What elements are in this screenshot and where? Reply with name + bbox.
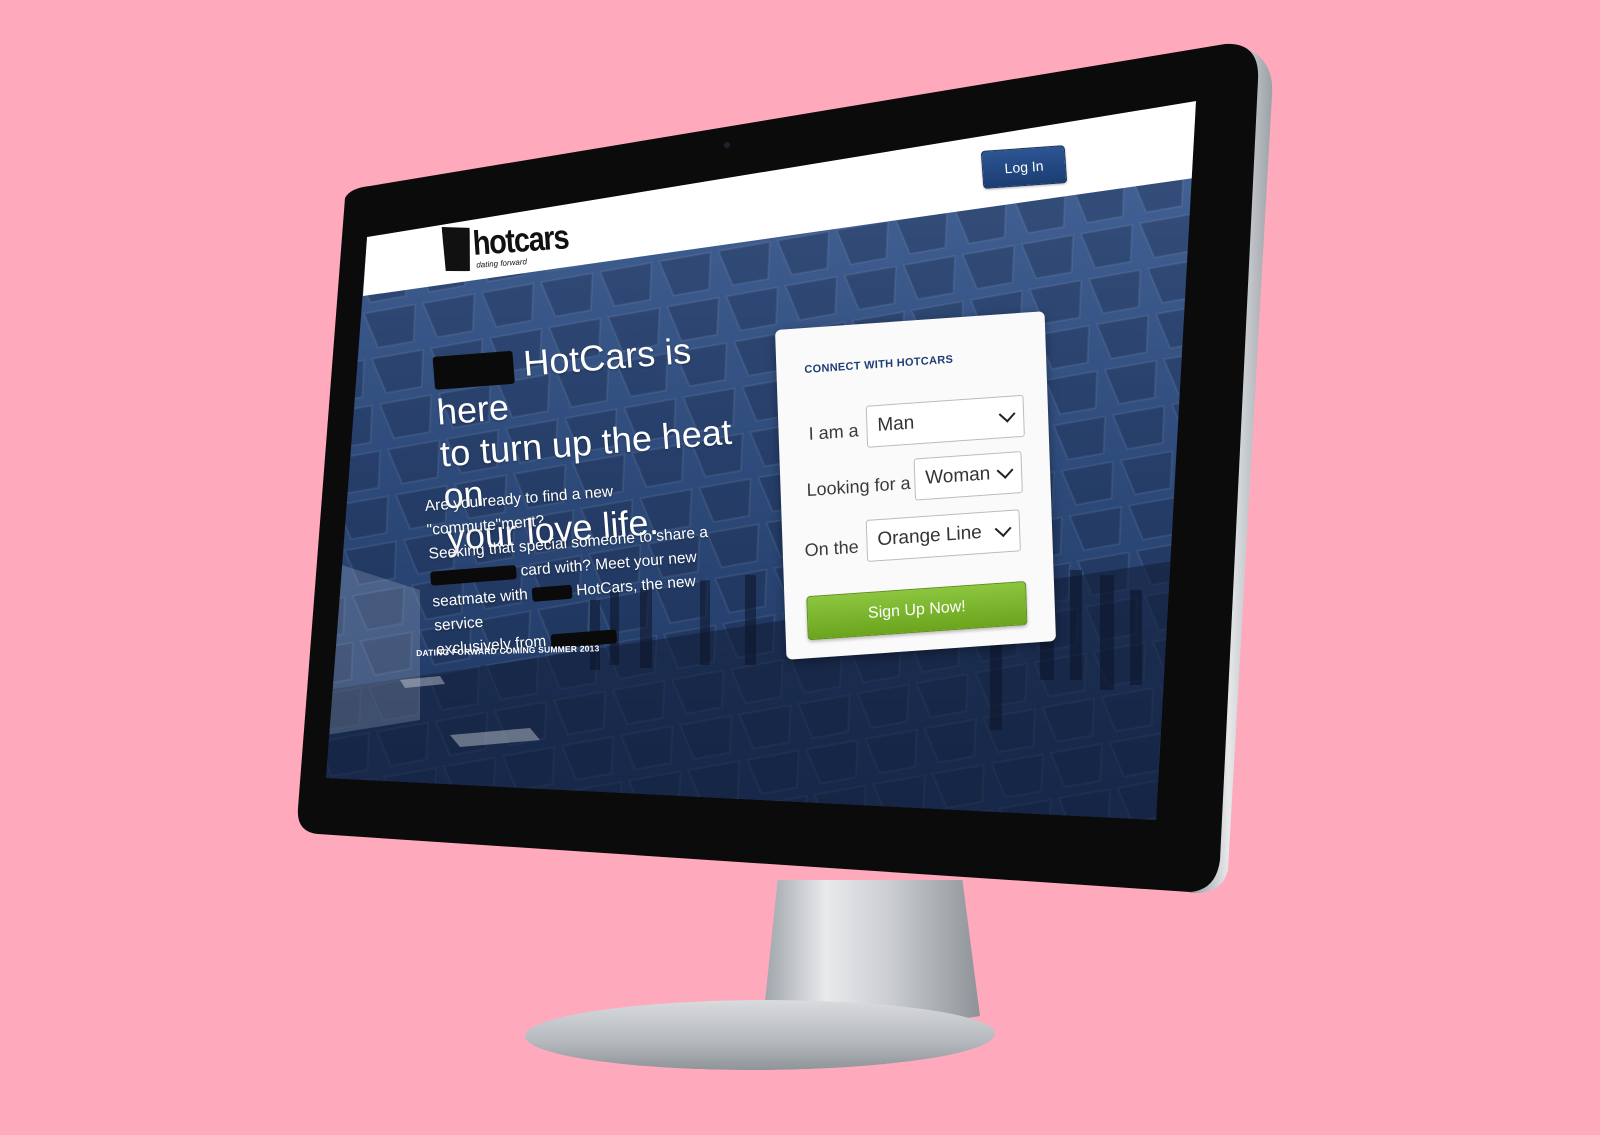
chevron-down-icon <box>998 405 1016 423</box>
metro-line-select[interactable]: Orange Line <box>865 509 1021 562</box>
signup-card-title: CONNECT WITH HOTCARS <box>804 353 954 377</box>
redacted-text <box>531 584 573 602</box>
metro-line-select-value: Orange Line <box>877 521 983 551</box>
webcam-dot <box>724 142 730 148</box>
chevron-down-icon <box>996 461 1014 479</box>
line-label: On the <box>804 536 860 561</box>
hero-body-copy: Are you ready to find a new "commute"men… <box>424 471 736 662</box>
body-line-4a: seatmate with <box>431 586 529 611</box>
chevron-down-icon <box>994 520 1012 538</box>
login-button[interactable]: Log In <box>980 145 1068 189</box>
logo-redacted-mark <box>442 225 473 273</box>
seeking-select-value: Woman <box>924 463 991 489</box>
signup-card: CONNECT WITH HOTCARS I am a Man Looking … <box>775 311 1057 660</box>
gender-select-value: Man <box>877 412 915 437</box>
gender-select[interactable]: Man <box>865 394 1025 448</box>
monitor-mockup: hotcars dating forward Log In HotCars is… <box>0 0 1600 1135</box>
redacted-text <box>432 350 515 390</box>
sign-up-button[interactable]: Sign Up Now! <box>806 580 1028 641</box>
seeking-select[interactable]: Woman <box>913 451 1023 501</box>
seeking-label: Looking for a <box>806 472 911 501</box>
redacted-text <box>430 564 517 586</box>
gender-label: I am a <box>808 420 859 444</box>
